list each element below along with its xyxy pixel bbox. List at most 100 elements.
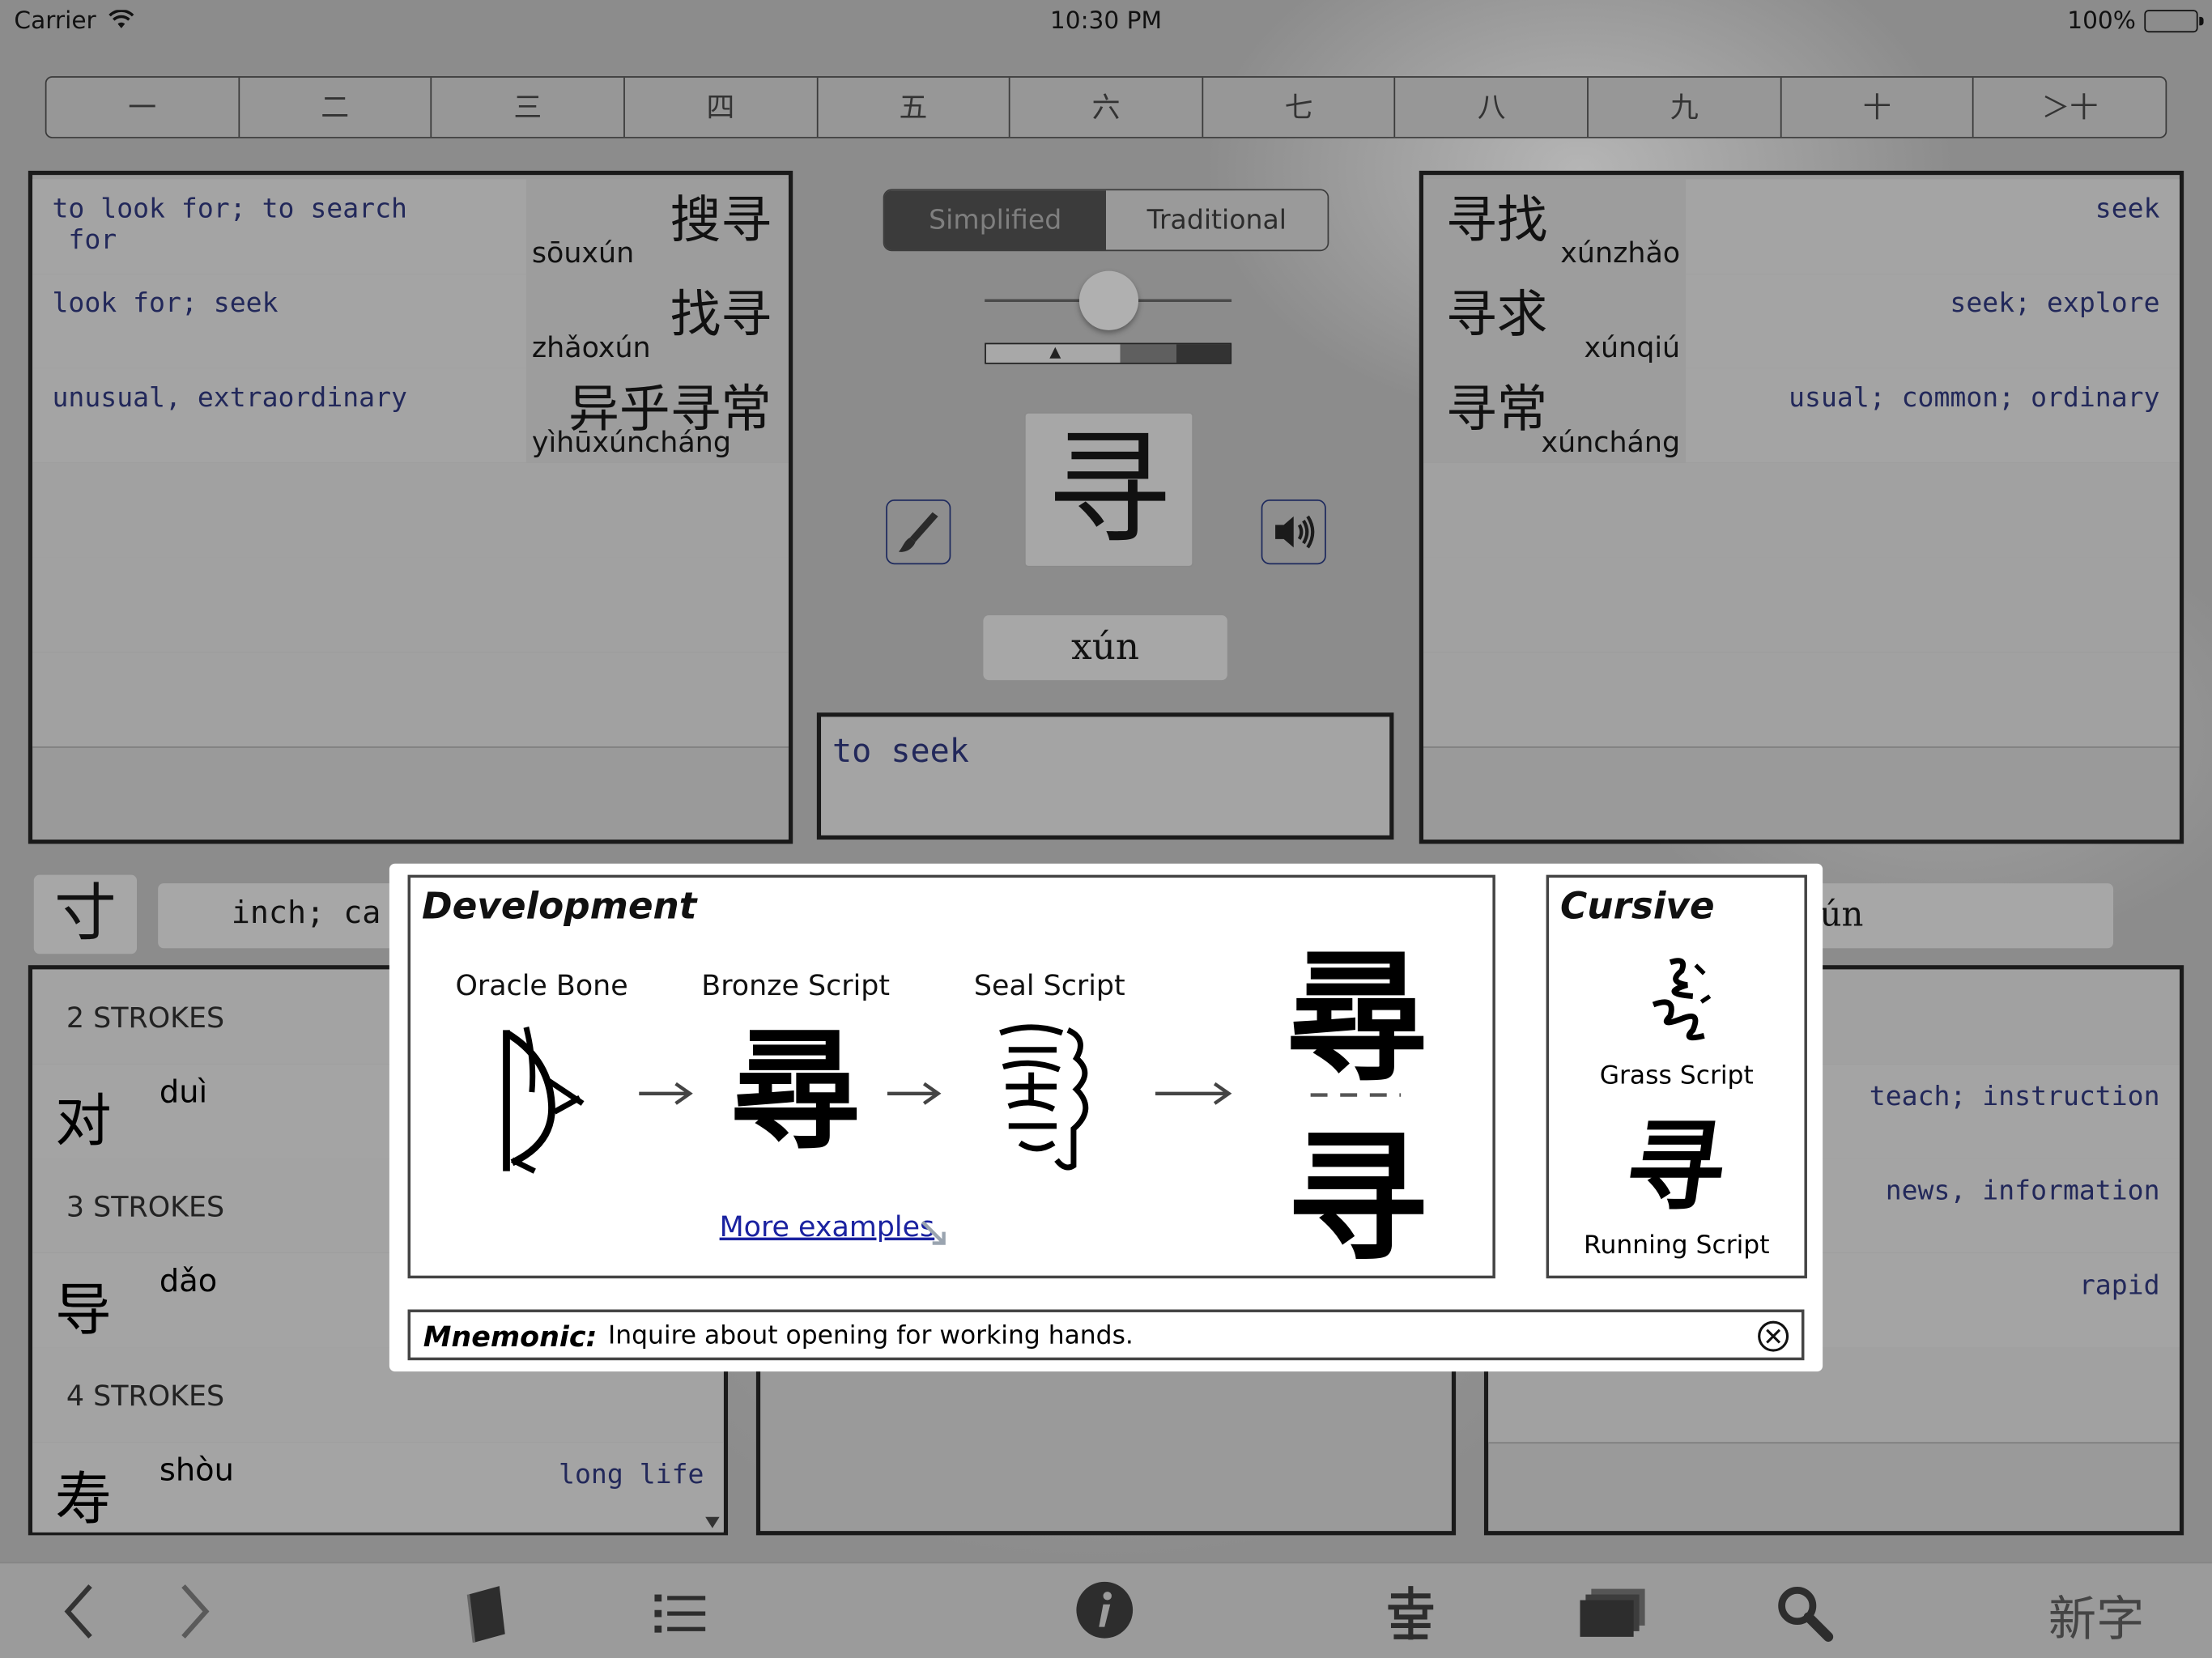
tab-4[interactable]: 四 [625, 77, 818, 138]
list-item-definition: teach; instruction [1869, 1081, 2160, 1112]
list-item-pinyin: dǎo [159, 1264, 218, 1300]
book-icon[interactable] [462, 1584, 510, 1646]
character-definition-box: to seek [816, 712, 1394, 840]
word-row[interactable]: look for; seek 找寻 zhǎoxún [32, 274, 789, 370]
word-cell: 寻求 xúnqiú [1423, 274, 1687, 368]
clock: 10:30 PM [1049, 6, 1163, 36]
tab-7[interactable]: 七 [1203, 77, 1397, 138]
tab-1[interactable]: 一 [46, 77, 240, 138]
list-item-pinyin: shòu [159, 1453, 234, 1489]
arrow-right-icon [1155, 1082, 1232, 1105]
word-cell: 寻常 xúncháng [1423, 368, 1687, 463]
word-row[interactable]: 寻求 xúnqiú seek; explore [1423, 274, 2180, 370]
word-definition: seek [2095, 193, 2160, 225]
resize-arrow-icon [921, 1220, 946, 1245]
empty-row [32, 557, 789, 653]
etymology-popup[interactable]: Development Oracle Bone Bronze Script Se… [389, 863, 1823, 1372]
word-cell: 搜寻 sōuxún [525, 179, 789, 274]
modern-simplified-glyph: 寻 [1287, 1114, 1428, 1282]
tab-5[interactable]: 五 [818, 77, 1010, 138]
modern-traditional-glyph: 尋 [1287, 933, 1428, 1101]
word-row[interactable]: unusual, extraordinary 异乎寻常 yìhūxúncháng [32, 368, 789, 465]
stroke-header-label: 2 STROKES [66, 1000, 225, 1035]
tab-3[interactable]: 三 [432, 77, 625, 138]
word-pinyin: sōuxún [531, 236, 635, 270]
battery-icon [2144, 10, 2204, 33]
traditional-option[interactable]: Traditional [1106, 190, 1328, 250]
left-word-panel: to look for; to search for 搜寻 sōuxún loo… [28, 170, 793, 844]
word-definition: look for; seek [52, 287, 279, 319]
word-row[interactable]: to look for; to search for 搜寻 sōuxún [32, 179, 789, 275]
tab-6[interactable]: 六 [1010, 77, 1203, 138]
main-character[interactable]: 寻 [1023, 411, 1194, 568]
word-row[interactable]: 寻常 xúncháng usual; common; ordinary [1423, 368, 2180, 465]
close-circle-icon[interactable] [1756, 1320, 1790, 1354]
word-hanzi: 寻找 [1445, 192, 1548, 250]
word-pinyin: zhǎoxún [531, 329, 651, 364]
word-cell: 找寻 zhǎoxún [525, 274, 789, 368]
radical-character[interactable]: 寸 [33, 874, 138, 954]
search-icon[interactable] [1775, 1584, 1834, 1643]
cards-icon[interactable] [1580, 1586, 1648, 1639]
character-pinyin: xún [983, 614, 1227, 681]
pronounce-button[interactable] [1261, 500, 1326, 565]
cursive-box: Cursive Grass Script 寻 Running Script [1546, 874, 1807, 1279]
oracle-bone-label: Oracle Bone [455, 967, 628, 1002]
stroke-progress-bar [985, 342, 1232, 364]
separator-dashes [1310, 1093, 1402, 1097]
word-definition: seek; explore [1950, 287, 2160, 319]
brush-button[interactable] [886, 500, 951, 565]
word-cell: 异乎寻常 yìhūxúncháng [525, 368, 789, 463]
empty-row [32, 462, 789, 559]
right-word-panel: 寻找 xúnzhǎo seek 寻求 xúnqiú seek; explore … [1419, 170, 2184, 844]
word-hanzi: 寻常 [1445, 380, 1548, 440]
character-definition: to seek [832, 733, 969, 771]
size-slider-thumb[interactable] [1078, 270, 1139, 330]
tab-10[interactable]: 十 [1781, 77, 1975, 138]
word-cell: 寻找 xúnzhǎo [1423, 179, 1687, 274]
scroll-down-icon[interactable] [704, 1516, 721, 1529]
list-icon[interactable] [652, 1589, 708, 1637]
list-item-pinyin: duì [159, 1075, 208, 1111]
empty-row [32, 652, 789, 748]
battery-status: 100% [2067, 6, 2204, 36]
seal-script-label: Seal Script [973, 967, 1125, 1002]
list-item-definition: news, information [1885, 1175, 2160, 1207]
arrow-right-icon [887, 1082, 942, 1105]
development-box: Development Oracle Bone Bronze Script Se… [407, 874, 1495, 1282]
tab-2[interactable]: 二 [240, 77, 432, 138]
cursive-title: Cursive [1560, 886, 1715, 929]
progress-marker-icon [1049, 346, 1061, 359]
word-definition: usual; common; ordinary [1789, 382, 2160, 414]
more-examples-link[interactable]: More examples [720, 1209, 935, 1244]
bottom-toolbar: 新字 [0, 1562, 2212, 1658]
bronze-script-label: Bronze Script [701, 967, 891, 1002]
tab-9[interactable]: 九 [1589, 77, 1782, 138]
list-item-definition: rapid [2078, 1269, 2160, 1302]
battery-percent: 100% [2067, 6, 2136, 36]
forward-chevron-icon[interactable] [172, 1580, 215, 1643]
tab-8[interactable]: 八 [1396, 77, 1589, 138]
word-hanzi: 搜寻 [670, 192, 772, 250]
list-item[interactable]: 寿 shòu long life [32, 1442, 724, 1533]
list-item-char: 导 [54, 1278, 112, 1344]
stroke-count-tabs: 一 二 三 四 五 六 七 八 九 十 ＞十 [45, 76, 2167, 138]
mnemonic-text: Inquire about opening for working hands. [607, 1320, 1134, 1351]
development-title: Development [421, 886, 697, 929]
seal-script-glyph [999, 1024, 1089, 1171]
new-characters-button[interactable]: 新字 [2048, 1580, 2144, 1649]
simplified-option[interactable]: Simplified [884, 190, 1106, 250]
radical-icon[interactable] [1383, 1584, 1440, 1643]
info-icon[interactable] [1075, 1580, 1134, 1639]
speaker-icon [1275, 515, 1315, 549]
tab-more-than-10[interactable]: ＞十 [1974, 78, 2165, 137]
mnemonic-bar: Mnemonic: Inquire about opening for work… [407, 1309, 1805, 1361]
word-row[interactable]: 寻找 xúnzhǎo seek [1423, 179, 2180, 275]
stroke-header-label: 4 STROKES [66, 1378, 225, 1413]
oracle-bone-glyph [503, 1027, 585, 1174]
word-pinyin: xúncháng [1541, 424, 1681, 459]
app-screen: Carrier 10:30 PM 100% 一 二 三 四 五 六 七 八 九 … [0, 0, 2212, 1658]
list-item-definition: long life [559, 1459, 704, 1490]
radical-pinyin-box: ún [1780, 883, 2114, 949]
back-chevron-icon[interactable] [59, 1580, 101, 1643]
